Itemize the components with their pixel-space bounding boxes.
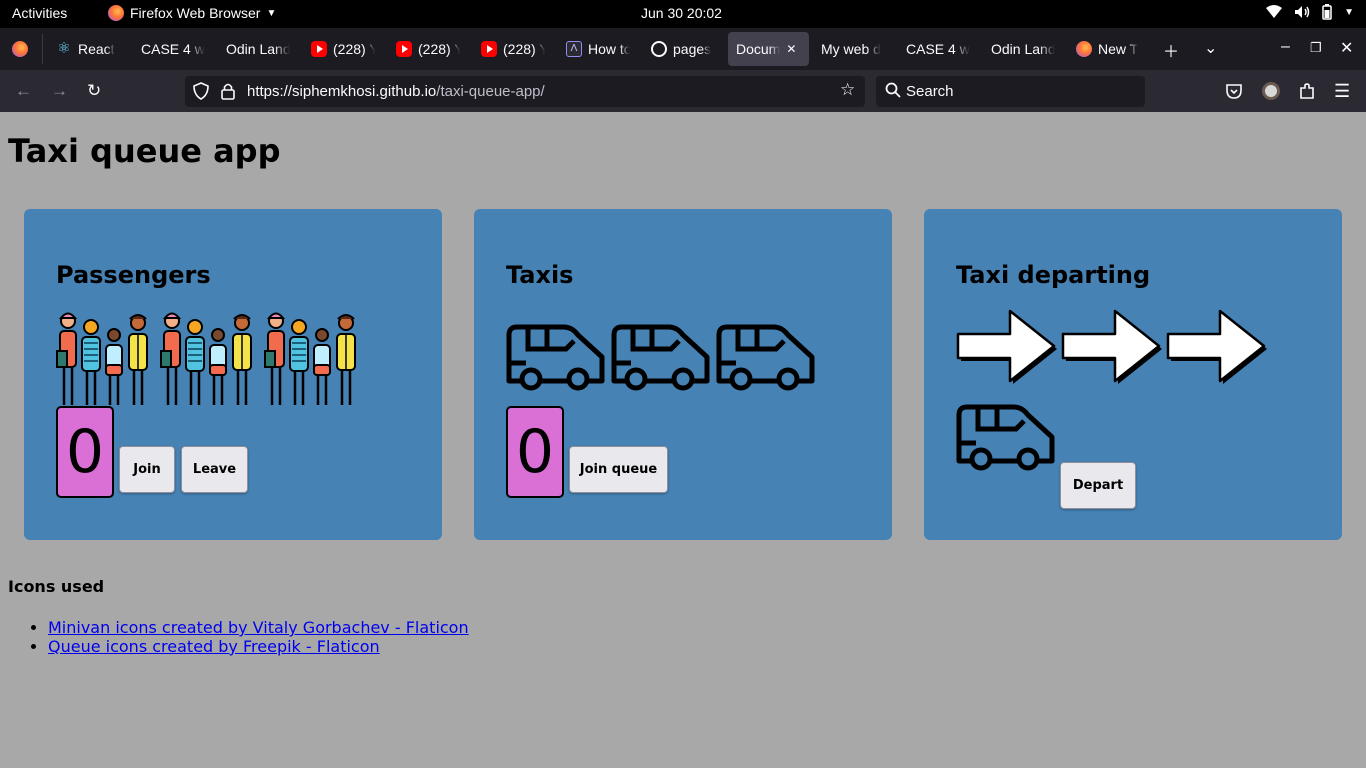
url-host: https://siphemkhosi.github.io xyxy=(247,83,437,100)
passengers-card: Passengers 0 Join Leave xyxy=(24,209,442,540)
tab-strip: ⚛ React CASE 4 w Odin Land (228) Y (228) Y (22… xyxy=(0,28,1366,70)
app-menu-label: Firefox Web Browser xyxy=(130,5,261,21)
app-menu[interactable]: Firefox Web Browser ▼ xyxy=(108,5,276,21)
devto-icon: Λ xyxy=(566,41,582,57)
tab-label: Odin Land xyxy=(226,41,290,57)
bookmark-star-icon[interactable]: ☆ xyxy=(840,80,855,100)
list-item: Minivan icons created by Vitaly Gorbache… xyxy=(48,618,469,637)
page-content: Taxi queue app Passengers 0 Join Leave T… xyxy=(0,112,1366,768)
youtube-icon xyxy=(481,41,497,57)
search-icon xyxy=(885,82,901,98)
browser-tab[interactable]: (228) Y xyxy=(473,32,553,66)
url-bar[interactable]: https://siphemkhosi.github.io/taxi-queue… xyxy=(185,76,865,107)
list-all-tabs-button[interactable]: ⌄ xyxy=(1204,38,1217,58)
taxis-heading: Taxis xyxy=(506,261,574,289)
minivan-icons xyxy=(506,323,818,393)
firefox-view-button[interactable] xyxy=(4,32,40,66)
clock[interactable]: Jun 30 20:02 xyxy=(641,5,722,21)
url-text[interactable]: https://siphemkhosi.github.io/taxi-queue… xyxy=(247,83,545,100)
volume-icon xyxy=(1295,6,1310,18)
menu-hamburger-icon[interactable]: ☰ xyxy=(1334,81,1350,101)
tab-label: (228) Y xyxy=(503,41,545,57)
tab-label: CASE 4 w xyxy=(906,41,970,57)
extensions-icon[interactable] xyxy=(1298,82,1316,100)
wifi-icon xyxy=(1266,5,1283,18)
browser-tab[interactable]: CASE 4 w xyxy=(133,32,213,66)
tab-label: Docum xyxy=(736,41,781,57)
passenger-count: 0 xyxy=(56,406,114,498)
leave-button[interactable]: Leave xyxy=(181,446,248,493)
minivan-credit-link[interactable]: Minivan icons created by Vitaly Gorbache… xyxy=(48,618,469,637)
tab-label: My web d xyxy=(821,41,881,57)
close-tab-icon[interactable]: ✕ xyxy=(786,42,796,56)
queue-icon xyxy=(55,312,357,407)
chevron-down-icon: ▼ xyxy=(266,7,277,19)
browser-tab[interactable]: pages xyxy=(643,32,723,66)
firefox-icon xyxy=(1076,41,1092,57)
icons-used-heading: Icons used xyxy=(8,577,105,596)
lock-icon[interactable] xyxy=(221,82,235,100)
browser-tab[interactable]: My web d xyxy=(813,32,893,66)
react-icon: ⚛ xyxy=(57,40,71,57)
taxi-count: 0 xyxy=(506,406,564,498)
search-bar[interactable] xyxy=(876,76,1145,107)
depart-button[interactable]: Depart xyxy=(1060,462,1136,509)
tab-label: pages xyxy=(673,41,712,57)
browser-tab[interactable]: New T xyxy=(1068,32,1148,66)
tab-label: (228) Y xyxy=(418,41,460,57)
passengers-heading: Passengers xyxy=(56,261,211,289)
browser-tab[interactable]: ⚛ React xyxy=(48,32,128,66)
credits-list: Minivan icons created by Vitaly Gorbache… xyxy=(48,618,469,656)
browser-tab[interactable]: (228) Y xyxy=(303,32,383,66)
page-title: Taxi queue app xyxy=(8,132,281,170)
browser-tab[interactable]: Odin Land xyxy=(983,32,1063,66)
join-queue-button[interactable]: Join queue xyxy=(569,446,668,493)
browser-tab[interactable]: CASE 4 w xyxy=(898,32,978,66)
arrow-icons xyxy=(956,309,1269,386)
taxi-departing-card: Taxi departing Depart xyxy=(924,209,1342,540)
youtube-icon xyxy=(311,41,327,57)
forward-button[interactable]: → xyxy=(51,81,68,101)
back-button[interactable]: ← xyxy=(15,81,32,101)
browser-tab[interactable]: Λ How to xyxy=(558,32,638,66)
queue-credit-link[interactable]: Queue icons created by Freepik - Flatico… xyxy=(48,637,380,656)
youtube-icon xyxy=(396,41,412,57)
tab-label: New T xyxy=(1098,41,1139,57)
join-button[interactable]: Join xyxy=(119,446,175,493)
github-icon xyxy=(651,41,667,57)
tab-label: CASE 4 w xyxy=(141,41,205,57)
activities-button[interactable]: Activities xyxy=(12,5,67,21)
shield-icon[interactable] xyxy=(193,82,209,100)
navigation-toolbar: ← → ↻ https://siphemkhosi.github.io/taxi… xyxy=(0,70,1366,112)
url-path: /taxi-queue-app/ xyxy=(436,83,545,100)
firefox-icon xyxy=(12,41,28,57)
tab-divider xyxy=(42,34,43,64)
reload-button[interactable]: ↻ xyxy=(87,81,101,101)
system-tray[interactable]: ▼ xyxy=(1266,4,1354,20)
minivan-icon xyxy=(956,404,1055,471)
search-input[interactable] xyxy=(906,81,1126,101)
minimize-button[interactable]: – xyxy=(1281,38,1290,56)
list-item: Queue icons created by Freepik - Flatico… xyxy=(48,637,469,656)
tab-label: How to xyxy=(588,41,630,57)
taxis-card: Taxis 0 Join queue xyxy=(474,209,892,540)
tab-label: (228) Y xyxy=(333,41,375,57)
system-top-bar: Activities Firefox Web Browser ▼ Jun 30 … xyxy=(0,0,1366,28)
browser-tab[interactable]: Docum ✕ xyxy=(728,32,809,66)
departing-heading: Taxi departing xyxy=(956,261,1151,289)
browser-tab[interactable]: Odin Land xyxy=(218,32,298,66)
account-avatar[interactable] xyxy=(1262,82,1280,100)
new-tab-button[interactable]: ＋ xyxy=(1163,38,1179,62)
tab-label: React xyxy=(78,41,115,57)
browser-tab[interactable]: (228) Y xyxy=(388,32,468,66)
firefox-icon xyxy=(108,5,124,21)
close-window-button[interactable]: ✕ xyxy=(1340,38,1353,58)
tab-label: Odin Land xyxy=(991,41,1055,57)
maximize-button[interactable]: ❐ xyxy=(1310,40,1322,56)
chevron-down-icon: ▼ xyxy=(1344,6,1354,18)
pocket-icon[interactable] xyxy=(1225,82,1243,100)
battery-icon xyxy=(1322,4,1332,20)
